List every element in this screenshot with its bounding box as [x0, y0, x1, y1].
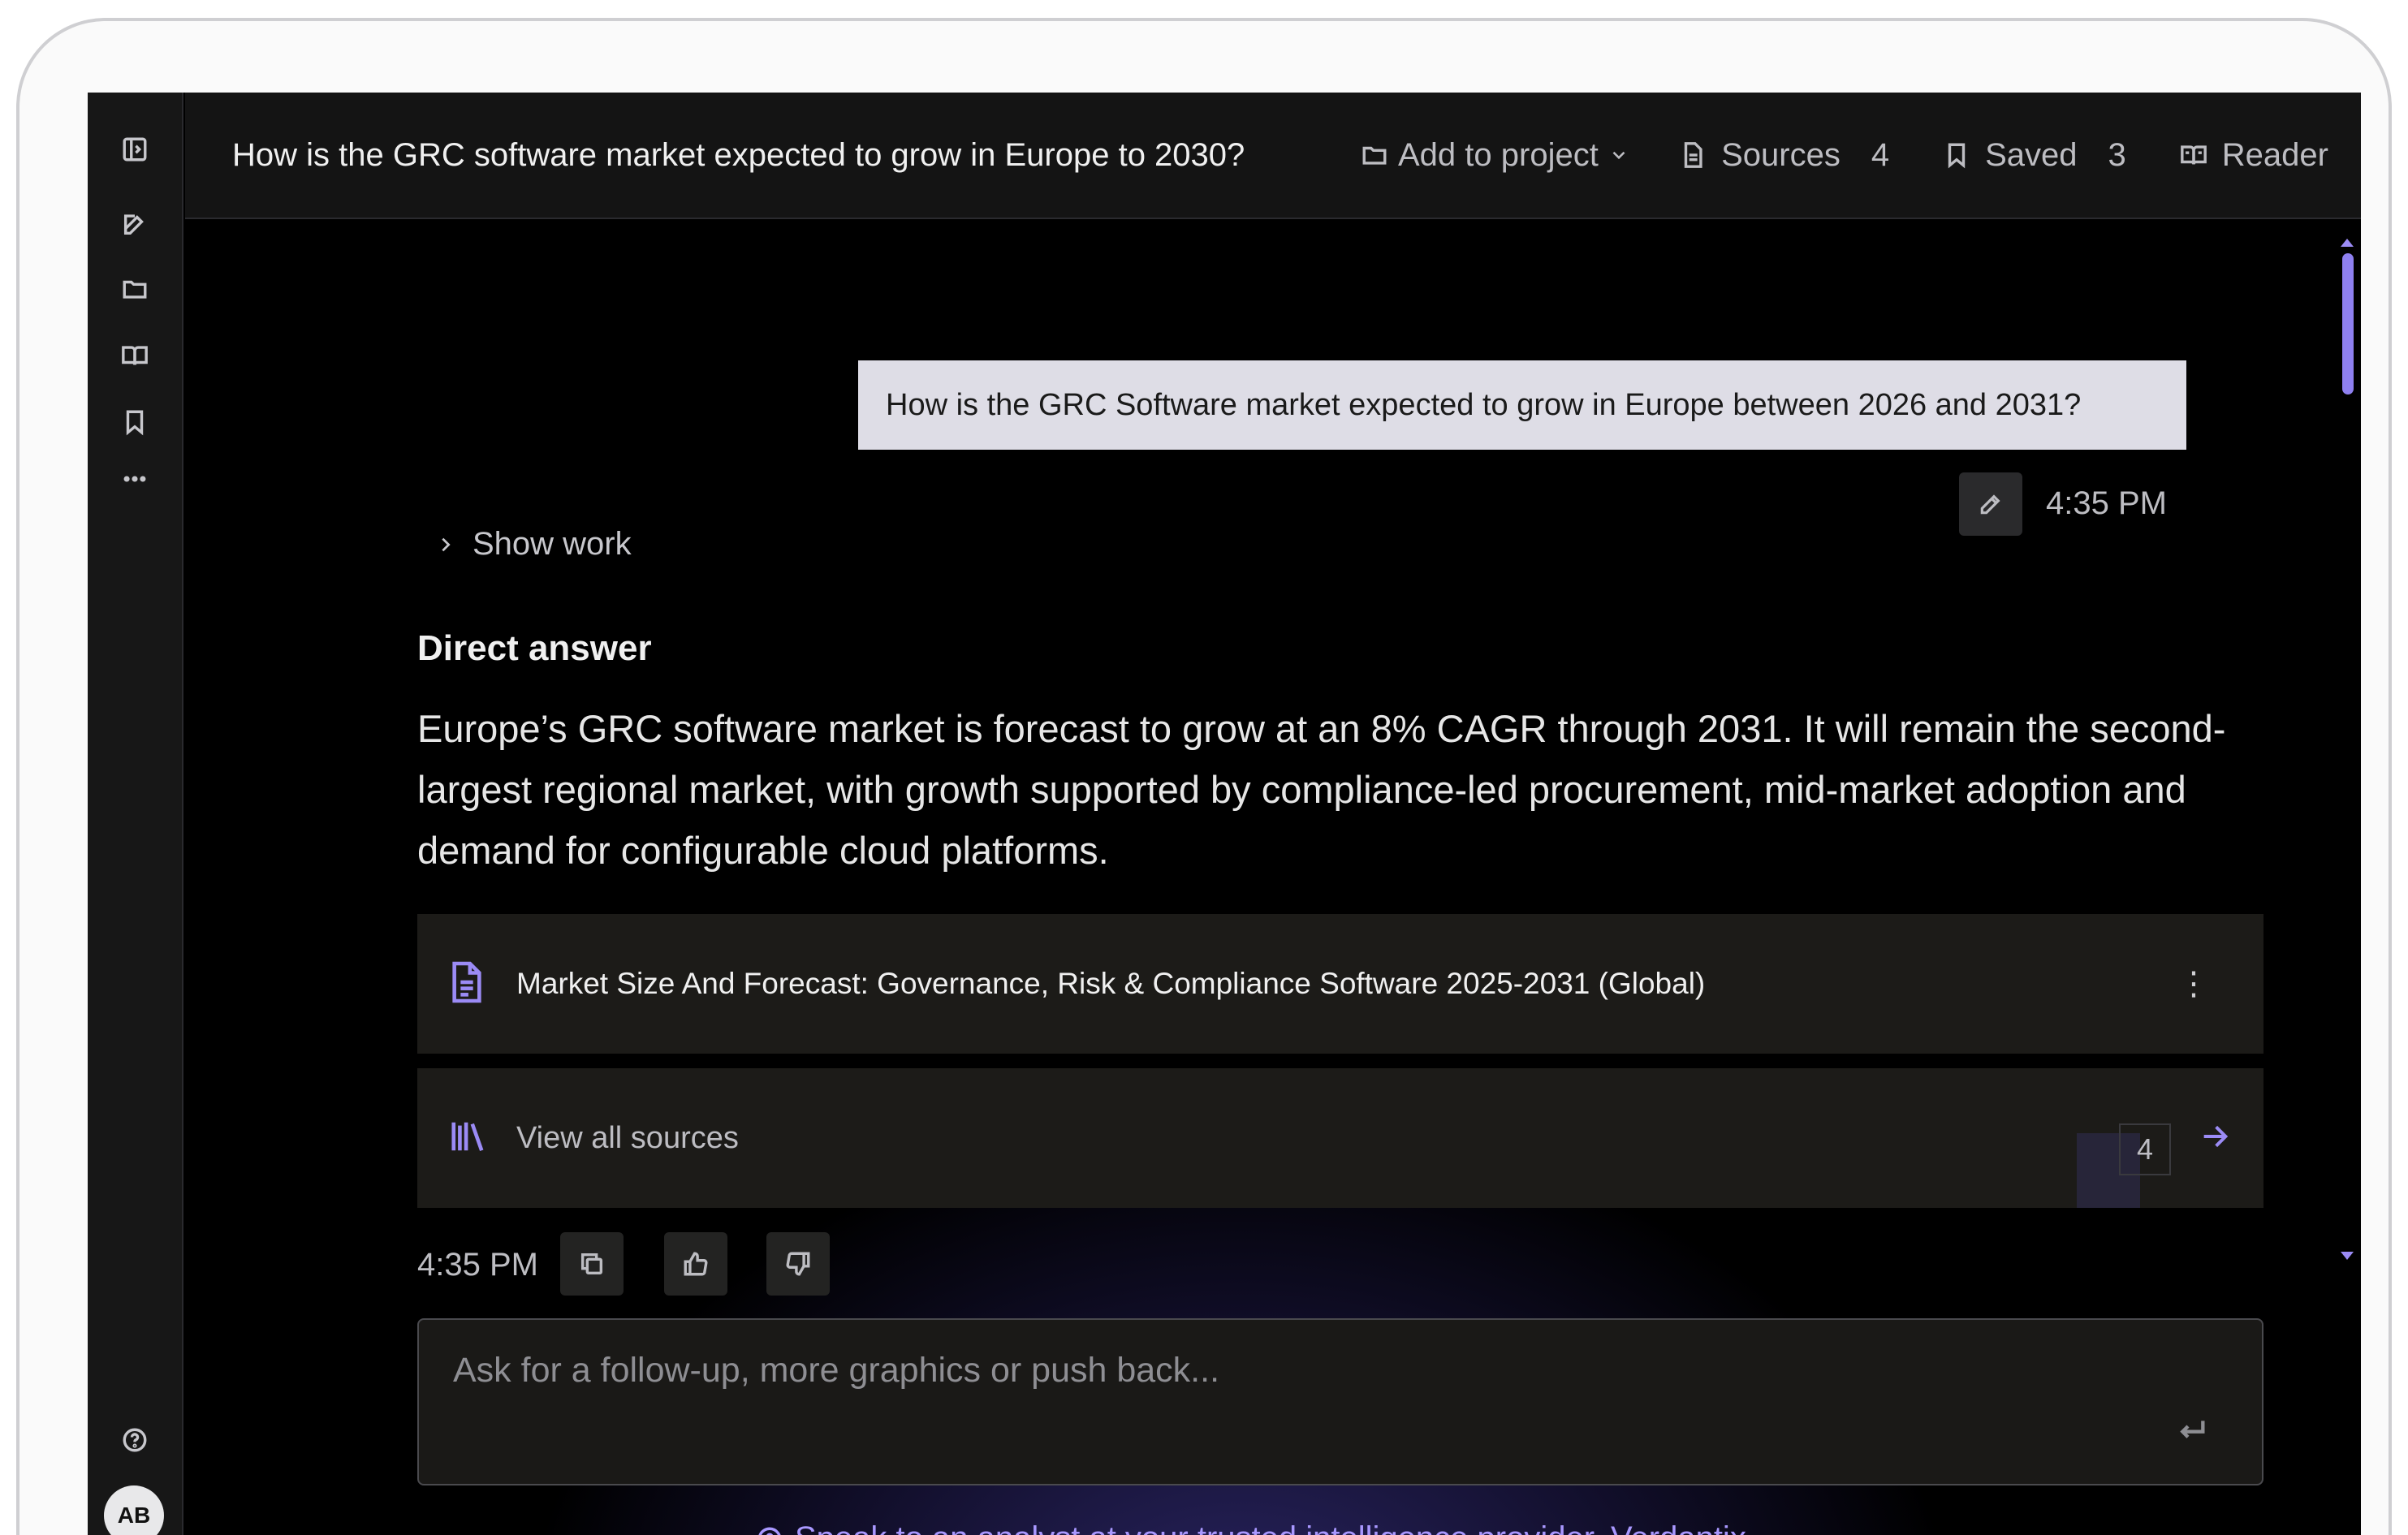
thumbs-up-button[interactable]: [664, 1232, 727, 1296]
help-icon[interactable]: [119, 1424, 151, 1456]
answer-text: Europe’s GRC software market is forecast…: [417, 707, 2226, 872]
more-icon[interactable]: [119, 463, 151, 495]
analyst-link[interactable]: Speak to an analyst at your trusted inte…: [756, 1520, 1746, 1535]
source-title: Market Size And Forecast: Governance, Ri…: [516, 967, 1706, 1000]
sidebar-toggle-icon[interactable]: [119, 133, 151, 166]
composer-placeholder: Ask for a follow-up, more graphics or pu…: [453, 1351, 1220, 1390]
thumbs-down-icon: [786, 1252, 810, 1276]
scroll-up-icon[interactable]: [2341, 239, 2354, 247]
reader-label: Reader: [2221, 136, 2328, 173]
folder-icon: [1362, 146, 1387, 165]
view-all-sources-button[interactable]: View all sources 4: [417, 1068, 2263, 1208]
device-frame: AB How is the GRC software market expect…: [16, 18, 2392, 1535]
analyst-link-label: Speak to an analyst at your trusted inte…: [795, 1520, 1746, 1535]
pencil-icon: [1980, 494, 2000, 515]
show-work-label: Show work: [473, 526, 632, 562]
library-icon: [448, 1118, 487, 1159]
bookmark-icon: [1948, 143, 1966, 169]
document-icon: [1684, 142, 1702, 168]
saved-count: 3: [2108, 136, 2126, 173]
sources-count-badge: 4: [2119, 1123, 2171, 1175]
book-icon[interactable]: [119, 339, 151, 372]
follow-up-input[interactable]: Ask for a follow-up, more graphics or pu…: [417, 1318, 2263, 1485]
copy-button[interactable]: [560, 1232, 624, 1296]
send-button[interactable]: [2176, 1414, 2208, 1451]
reader-button[interactable]: Reader: [2180, 137, 2328, 174]
sources-count: 4: [1871, 136, 1890, 173]
page-title: How is the GRC software market expected …: [232, 136, 1245, 173]
more-vertical-icon[interactable]: ⋮: [2177, 965, 2210, 1002]
sidebar: AB: [88, 93, 183, 1535]
copy-icon: [580, 1253, 603, 1275]
reader-icon: [2180, 145, 2207, 165]
chevron-down-icon: [1612, 151, 1625, 160]
chat-area: How is the GRC Software market expected …: [185, 221, 2361, 1535]
add-to-project-label: Add to project: [1398, 136, 1599, 173]
enter-icon: [2180, 1421, 2205, 1438]
user-message: How is the GRC Software market expected …: [858, 360, 2186, 450]
thumbs-down-button[interactable]: [766, 1232, 830, 1296]
answer-heading: Direct answer: [417, 628, 652, 668]
scroll-down-icon[interactable]: [2341, 1252, 2354, 1260]
show-work-toggle[interactable]: Show work: [437, 526, 632, 563]
scroll-thumb[interactable]: [2342, 253, 2354, 395]
folder-icon[interactable]: [119, 273, 151, 305]
sources-label: Sources: [1721, 136, 1841, 173]
header-bar: How is the GRC software market expected …: [185, 93, 2361, 219]
arrow-right-icon: [2199, 1120, 2231, 1157]
edit-message-button[interactable]: [1959, 472, 2022, 536]
new-chat-icon[interactable]: [119, 208, 151, 240]
bookmark-icon[interactable]: [119, 406, 151, 438]
avatar[interactable]: AB: [104, 1485, 164, 1535]
user-message-time: 4:35 PM: [2046, 485, 2167, 521]
reply-time: 4:35 PM: [417, 1247, 538, 1283]
sources-button[interactable]: Sources 4: [1679, 137, 1889, 174]
scrollbar[interactable]: [2333, 221, 2361, 1276]
app-screen: AB How is the GRC software market expect…: [88, 93, 2361, 1535]
thumbs-up-icon: [684, 1252, 708, 1276]
add-to-project-button[interactable]: Add to project: [1361, 137, 1629, 174]
view-all-sources-label: View all sources: [516, 1120, 739, 1155]
document-icon: [448, 960, 485, 1008]
saved-label: Saved: [1985, 136, 2078, 173]
chat-bubble-icon: [758, 1527, 781, 1535]
chevron-right-icon: [442, 537, 451, 551]
saved-button[interactable]: Saved 3: [1943, 137, 2126, 174]
source-card[interactable]: Market Size And Forecast: Governance, Ri…: [417, 914, 2263, 1054]
